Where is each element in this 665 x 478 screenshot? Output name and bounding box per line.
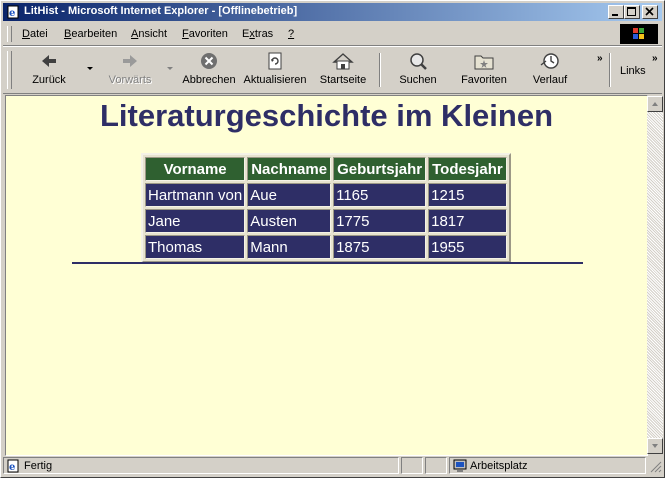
column-header-vorname: Vorname <box>145 157 246 181</box>
column-header-nachname: Nachname <box>247 157 332 181</box>
column-header-todesjahr: Todesjahr <box>428 157 507 181</box>
windows-logo-throbber <box>620 24 658 44</box>
cell-todesjahr: 1955 <box>428 235 507 259</box>
cell-todesjahr: 1215 <box>428 183 507 207</box>
zone-text: Arbeitsplatz <box>470 460 528 472</box>
toolbar-grip[interactable] <box>7 51 12 89</box>
table-row: Hartmann von Aue 1165 1215 <box>145 183 507 207</box>
forward-label: Vorwärts <box>108 74 152 86</box>
cell-vorname: Hartmann von <box>145 183 246 207</box>
menu-datei[interactable]: Datei <box>22 28 48 40</box>
maximize-button[interactable] <box>624 5 640 19</box>
resize-grip-icon[interactable] <box>648 459 662 473</box>
stop-label: Abbrechen <box>182 74 236 86</box>
page-content: Literaturgeschichte im Kleinen Vorname N… <box>5 95 648 456</box>
back-dropdown-icon[interactable] <box>87 67 93 71</box>
window-title: LitHist - Microsoft Internet Explorer - … <box>24 5 298 17</box>
cell-vorname: Thomas <box>145 235 246 259</box>
cell-todesjahr: 1817 <box>428 209 507 233</box>
ie-page-icon: e <box>7 459 19 473</box>
literature-table: Vorname Nachname Geburtsjahr Todesjahr H… <box>141 153 511 263</box>
ie-page-icon: e <box>7 5 19 19</box>
cell-nachname: Austen <box>247 209 332 233</box>
status-panel-empty <box>425 457 447 474</box>
scroll-down-icon <box>652 444 658 448</box>
cell-geburtsjahr: 1875 <box>333 235 427 259</box>
scroll-up-icon <box>652 102 658 106</box>
forward-dropdown-icon[interactable] <box>167 67 173 71</box>
search-icon <box>410 53 427 70</box>
status-main-panel: e Fertig <box>3 457 399 474</box>
links-chevron-icon[interactable]: » <box>652 53 658 64</box>
column-header-geburtsjahr: Geburtsjahr <box>333 157 427 181</box>
windows-logo-icon <box>633 28 644 39</box>
toolbar-separator <box>379 53 381 87</box>
cell-geburtsjahr: 1775 <box>333 209 427 233</box>
forward-arrow-icon <box>123 55 137 67</box>
scroll-up-button[interactable] <box>647 96 663 112</box>
links-separator <box>609 53 611 87</box>
menu-ansicht[interactable]: Ansicht <box>131 28 167 40</box>
forward-button[interactable]: Vorwärts <box>103 51 157 91</box>
home-icon <box>332 53 354 70</box>
svg-text:e: e <box>9 462 15 473</box>
links-toolbar[interactable]: Links <box>620 65 646 77</box>
home-label: Startseite <box>319 74 367 86</box>
status-zone-panel: Arbeitsplatz <box>449 457 646 474</box>
cell-nachname: Mann <box>247 235 332 259</box>
menu-bar: Datei Bearbeiten Ansicht Favoriten Extra… <box>3 23 662 46</box>
menu-help[interactable]: ? <box>288 28 294 40</box>
cell-vorname: Jane <box>145 209 246 233</box>
standard-toolbar: Zurück Vorwärts Abbrechen Aktualisieren … <box>3 46 662 94</box>
close-icon <box>645 7 654 16</box>
svg-text:e: e <box>9 8 15 19</box>
favorites-folder-icon <box>474 55 494 70</box>
back-arrow-icon <box>42 55 56 67</box>
cell-geburtsjahr: 1165 <box>333 183 427 207</box>
scroll-down-button[interactable] <box>647 438 663 454</box>
status-bar: e Fertig Arbeitsplatz <box>3 456 662 475</box>
menu-favoriten[interactable]: Favoriten <box>182 28 228 40</box>
table-row: Jane Austen 1775 1817 <box>145 209 507 233</box>
stop-icon <box>201 53 217 69</box>
refresh-button[interactable]: Aktualisieren <box>242 51 308 91</box>
history-button[interactable]: Verlauf <box>525 51 575 91</box>
search-label: Suchen <box>399 74 437 86</box>
title-bar[interactable]: e LitHist - Microsoft Internet Explorer … <box>3 3 662 21</box>
status-panel-empty <box>401 457 423 474</box>
refresh-icon <box>268 52 282 70</box>
page-heading: Literaturgeschichte im Kleinen <box>99 98 554 133</box>
horizontal-rule <box>72 262 583 264</box>
maximize-icon <box>627 7 636 16</box>
home-button[interactable]: Startseite <box>316 51 370 91</box>
cell-nachname: Aue <box>247 183 332 207</box>
minimize-icon <box>612 14 618 16</box>
table-row: Thomas Mann 1875 1955 <box>145 235 507 259</box>
computer-icon <box>453 459 467 472</box>
menu-grip[interactable] <box>7 26 12 42</box>
back-button[interactable]: Zurück <box>25 51 73 91</box>
search-button[interactable]: Suchen <box>392 51 444 91</box>
menu-bearbeiten[interactable]: Bearbeiten <box>64 28 117 40</box>
vertical-scrollbar[interactable] <box>647 96 663 454</box>
history-icon <box>540 53 559 69</box>
browser-window: e LitHist - Microsoft Internet Explorer … <box>0 0 665 478</box>
toolbar-chevron-icon[interactable]: » <box>597 53 603 64</box>
minimize-button[interactable] <box>608 5 624 19</box>
close-button[interactable] <box>642 5 658 19</box>
back-label: Zurück <box>32 74 66 86</box>
history-label: Verlauf <box>532 74 568 86</box>
stop-button[interactable]: Abbrechen <box>180 51 238 91</box>
favorites-button[interactable]: Favoriten <box>456 51 512 91</box>
menu-extras[interactable]: Extras <box>242 28 273 40</box>
favorites-label: Favoriten <box>461 74 507 86</box>
status-text: Fertig <box>24 460 53 472</box>
refresh-label: Aktualisieren <box>243 74 307 86</box>
